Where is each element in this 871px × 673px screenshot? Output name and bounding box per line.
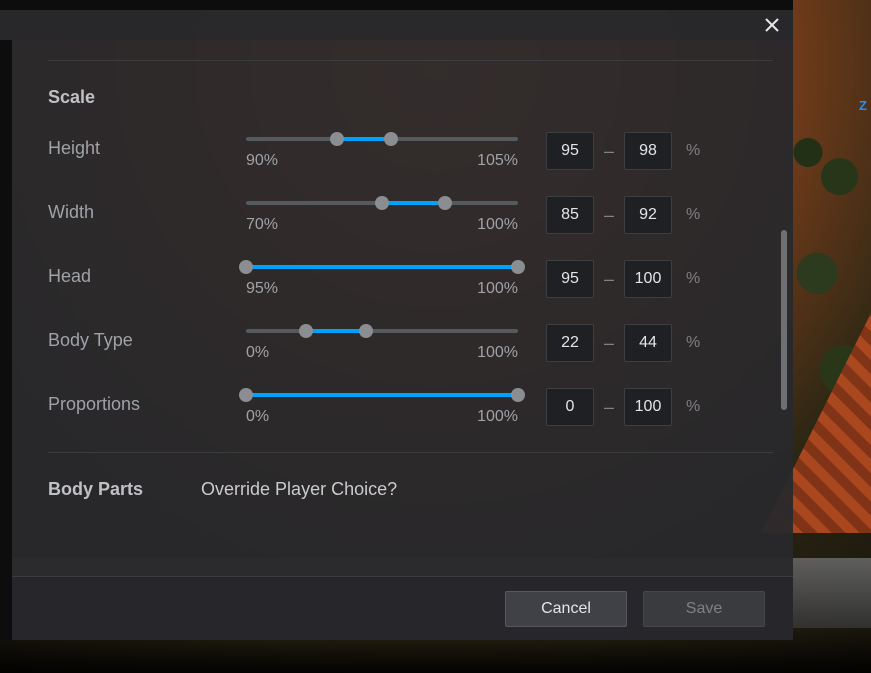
scrollbar-thumb[interactable] [781,230,787,410]
body-parts-title: Body Parts [48,479,143,500]
slider-thumb-low[interactable] [239,260,253,274]
range-dash: – [604,397,614,418]
scale-section-title: Scale [48,87,773,108]
range-high-input-proportions[interactable] [624,388,672,426]
slider-max-label: 100% [477,344,518,362]
scale-row-head: Head 95% 100% –% [48,260,773,298]
range-high-input-width[interactable] [624,196,672,234]
slider-thumb-high[interactable] [359,324,373,338]
range-slider-height[interactable] [246,132,518,146]
range-slider-proportions[interactable] [246,388,518,402]
avatar-scale-dialog: Scale Height 90% 105% –% Width 70% 100% –% Head 9… [0,0,793,640]
range-dash: – [604,269,614,290]
slider-fill [246,393,518,397]
slider-max-label: 105% [477,152,518,170]
world-marker-z: Z [859,98,867,113]
dialog-titlebar [0,10,793,40]
close-icon[interactable] [763,16,781,34]
percent-unit: % [686,142,700,160]
range-low-input-proportions[interactable] [546,388,594,426]
slider-thumb-low[interactable] [239,388,253,402]
range-low-input-head[interactable] [546,260,594,298]
override-question: Override Player Choice? [201,479,397,500]
range-slider-width[interactable] [246,196,518,210]
range-high-input-body-type[interactable] [624,324,672,362]
scale-row-body-type: Body Type 0% 100% –% [48,324,773,362]
slider-min-label: 0% [246,344,269,362]
slider-max-label: 100% [477,280,518,298]
percent-unit: % [686,206,700,224]
scale-row-height: Height 90% 105% –% [48,132,773,170]
slider-thumb-high[interactable] [511,260,525,274]
range-slider-body-type[interactable] [246,324,518,338]
slider-thumb-high[interactable] [384,132,398,146]
range-high-input-height[interactable] [624,132,672,170]
slider-track [246,329,518,333]
scale-row-proportions: Proportions 0% 100% –% [48,388,773,426]
percent-unit: % [686,270,700,288]
slider-thumb-low[interactable] [330,132,344,146]
range-high-input-head[interactable] [624,260,672,298]
range-low-input-width[interactable] [546,196,594,234]
dialog-top-strip [0,0,793,10]
slider-min-label: 95% [246,280,278,298]
slider-fill [382,201,445,205]
dialog-content: Scale Height 90% 105% –% Width 70% 100% –% Head 9… [12,40,793,576]
scale-label-proportions: Proportions [48,388,218,415]
slider-fill [306,329,366,333]
slider-min-label: 70% [246,216,278,234]
slider-min-label: 0% [246,408,269,426]
range-low-input-height[interactable] [546,132,594,170]
slider-min-label: 90% [246,152,278,170]
scale-row-width: Width 70% 100% –% [48,196,773,234]
slider-fill [337,137,391,141]
vertical-scrollbar[interactable] [779,80,789,536]
range-dash: – [604,333,614,354]
slider-thumb-low[interactable] [299,324,313,338]
scale-label-head: Head [48,260,218,287]
slider-thumb-high[interactable] [438,196,452,210]
left-gutter-footer [0,576,12,640]
slider-thumb-high[interactable] [511,388,525,402]
dialog-footer: Cancel Save [0,576,793,640]
slider-fill [246,265,518,269]
scale-label-body-type: Body Type [48,324,218,351]
left-gutter [0,40,12,576]
percent-unit: % [686,398,700,416]
range-slider-head[interactable] [246,260,518,274]
slider-max-label: 100% [477,216,518,234]
range-dash: – [604,205,614,226]
cancel-button[interactable]: Cancel [505,591,627,627]
slider-max-label: 100% [477,408,518,426]
slider-thumb-low[interactable] [375,196,389,210]
scale-label-width: Width [48,196,218,223]
percent-unit: % [686,334,700,352]
section-divider-top [48,60,773,61]
range-dash: – [604,141,614,162]
save-button: Save [643,591,765,627]
scale-label-height: Height [48,132,218,159]
section-divider-bottom [48,452,773,453]
range-low-input-body-type[interactable] [546,324,594,362]
